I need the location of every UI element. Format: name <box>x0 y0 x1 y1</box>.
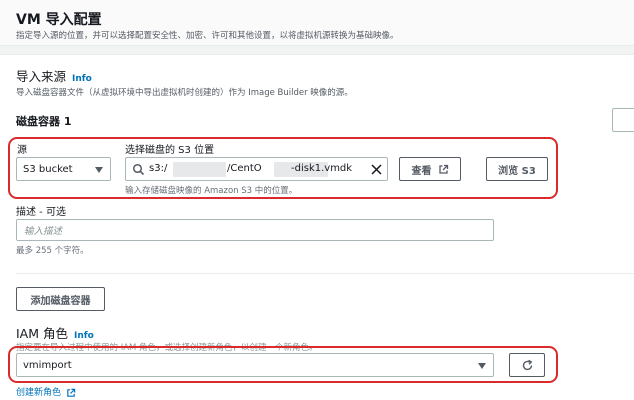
chevron-down-icon <box>95 167 103 173</box>
page-title: VM 导入配置 <box>16 12 102 28</box>
source-label: 源 <box>17 145 27 156</box>
refresh-roles-button[interactable] <box>509 353 545 377</box>
page-description: 指定导入源的位置，并可以选择配置安全性、加密、许可和其他设置，以将虚拟机源转换为… <box>16 31 399 41</box>
create-new-role-link[interactable]: 创建新角色 <box>16 385 76 398</box>
remove-disk-container-button[interactable] <box>612 108 634 132</box>
s3-location-input[interactable]: s3:/ /CentO -disk1.vmdk <box>125 157 388 181</box>
description-label: 描述 - 可选 <box>16 207 66 218</box>
s3-location-label: 选择磁盘的 S3 位置 <box>125 145 215 156</box>
import-source-title-text: 导入来源 <box>16 69 67 84</box>
source-select[interactable]: S3 bucket <box>16 157 111 181</box>
import-source-info-link[interactable]: Info <box>72 74 92 84</box>
s3-location-hint: 输入存储磁盘映像的 Amazon S3 中的位置。 <box>125 186 298 196</box>
import-source-description: 导入磁盘容器文件（从虚拟环境中导出虚拟机时创建的）作为 Image Builde… <box>16 88 353 98</box>
section-divider <box>16 273 634 274</box>
chevron-down-icon <box>478 363 486 369</box>
refresh-icon <box>522 359 532 370</box>
clear-icon[interactable] <box>370 163 383 176</box>
description-input[interactable]: 输入描述 <box>16 219 494 241</box>
view-button[interactable]: 查看 <box>399 157 461 181</box>
iam-role-title: IAM 角色 Info <box>16 323 94 342</box>
import-source-title: 导入来源 Info <box>16 66 92 85</box>
s3-part-middle: /CentO <box>227 163 262 174</box>
external-link-icon <box>67 388 76 397</box>
external-link-icon <box>438 164 448 174</box>
s3-part-prefix: s3:/ <box>149 163 168 174</box>
iam-role-select-value: vmimport <box>23 359 72 371</box>
add-disk-container-button[interactable]: 添加磁盘容器 <box>16 287 105 311</box>
browse-s3-button-label: 浏览 S3 <box>498 165 536 177</box>
browse-s3-button[interactable]: 浏览 S3 <box>486 157 548 181</box>
iam-role-select[interactable]: vmimport <box>16 353 494 377</box>
description-placeholder: 输入描述 <box>24 226 63 237</box>
description-hint: 最多 255 个字符。 <box>16 246 89 256</box>
s3-part-suffix: -disk1.vmdk <box>291 163 353 174</box>
redacted-region <box>173 162 226 177</box>
iam-role-info-link[interactable]: Info <box>74 331 94 341</box>
add-disk-container-label: 添加磁盘容器 <box>30 295 91 307</box>
iam-role-title-text: IAM 角色 <box>16 326 68 341</box>
page-header: VM 导入配置 指定导入源的位置，并可以选择配置安全性、加密、许可和其他设置，以… <box>0 0 634 46</box>
source-select-value: S3 bucket <box>23 163 73 175</box>
search-icon <box>132 163 145 176</box>
disk-container-title: 磁盘容器 1 <box>16 115 72 128</box>
view-button-label: 查看 <box>411 165 432 177</box>
create-new-role-label: 创建新角色 <box>16 388 62 398</box>
